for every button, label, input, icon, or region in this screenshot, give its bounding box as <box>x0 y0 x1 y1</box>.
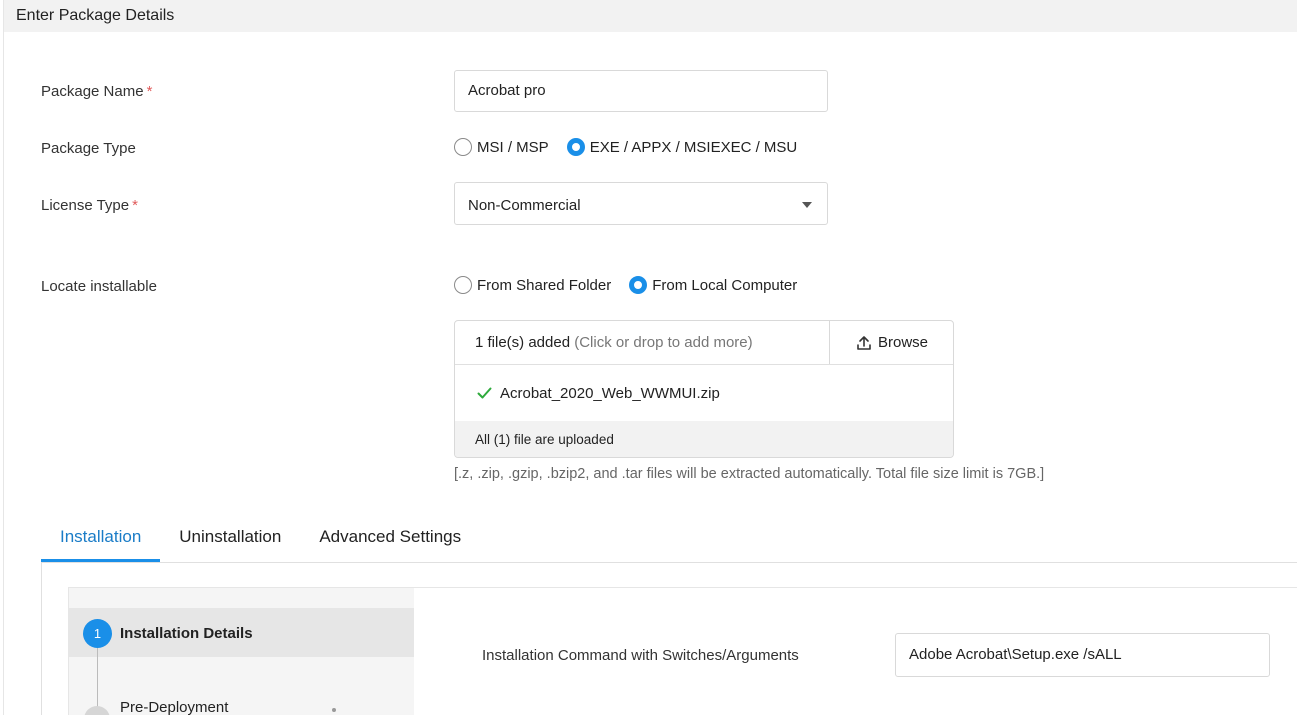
package-type-label: Package Type <box>41 140 136 157</box>
step-circle-icon <box>84 706 110 715</box>
radio-checked-icon <box>629 276 648 294</box>
installation-tab-panel: 1 Installation Details Pre-Deployment In… <box>41 563 1297 715</box>
radio-unchecked-icon <box>454 276 472 294</box>
upload-toolbar: 1 file(s) added (Click or drop to add mo… <box>455 321 953 365</box>
package-details-page: Enter Package Details Package Name * Acro… <box>3 0 1297 715</box>
check-icon <box>477 387 492 399</box>
tab-uninstallation[interactable]: Uninstallation <box>160 520 300 562</box>
locate-installable-radio-group: From Shared Folder From Local Computer <box>454 276 815 294</box>
step-dot-icon <box>332 708 336 712</box>
uploaded-file-name: Acrobat_2020_Web_WWMUI.zip <box>500 384 720 402</box>
locate-installable-label: Locate installable <box>41 278 157 295</box>
install-command-label: Installation Command with Switches/Argum… <box>482 647 799 664</box>
upload-icon <box>857 335 871 350</box>
required-mark: * <box>132 197 138 214</box>
browse-button[interactable]: Browse <box>829 321 953 364</box>
license-type-label-text: License Type <box>41 197 130 214</box>
radio-local-computer-label: From Local Computer <box>652 276 798 294</box>
upload-status: All (1) file are uploaded <box>455 421 953 457</box>
radio-msi-msp[interactable]: MSI / MSP <box>454 138 549 156</box>
uploaded-file-item: Acrobat_2020_Web_WWMUI.zip <box>455 365 953 421</box>
file-drop-zone[interactable]: 1 file(s) added (Click or drop to add mo… <box>455 321 829 364</box>
license-type-select[interactable]: Non-Commercial <box>454 182 828 225</box>
step-installation-details-label[interactable]: Installation Details <box>120 625 253 642</box>
license-type-value: Non-Commercial <box>468 197 581 214</box>
required-mark: * <box>146 83 153 100</box>
package-name-label-text: Package Name <box>41 83 144 100</box>
browse-label: Browse <box>877 334 929 351</box>
license-type-label: License Type * <box>41 197 138 214</box>
tab-bar: Installation Uninstallation Advanced Set… <box>41 520 480 562</box>
step-number-badge: 1 <box>83 619 112 648</box>
radio-local-computer[interactable]: From Local Computer <box>629 276 797 294</box>
package-name-label: Package Name * <box>41 83 152 100</box>
step-navigator: 1 Installation Details Pre-Deployment <box>69 588 414 715</box>
section-title: Enter Package Details <box>16 7 175 24</box>
files-added-count: 1 file(s) added <box>475 334 571 351</box>
tab-advanced-settings[interactable]: Advanced Settings <box>300 520 480 562</box>
radio-unchecked-icon <box>454 138 472 156</box>
caret-down-icon <box>802 202 812 208</box>
step-pre-deployment-label[interactable]: Pre-Deployment <box>120 699 228 715</box>
package-name-input[interactable]: Acrobat pro <box>454 70 828 112</box>
installation-panel: 1 Installation Details Pre-Deployment In… <box>68 587 1297 715</box>
install-command-input[interactable]: Adobe Acrobat\Setup.exe /sALL <box>895 633 1270 677</box>
file-upload-box: 1 file(s) added (Click or drop to add mo… <box>454 320 954 458</box>
upload-hint: [.z, .zip, .gzip, .bzip2, and .tar files… <box>454 466 1045 482</box>
tab-installation[interactable]: Installation <box>41 520 161 562</box>
radio-msi-msp-label: MSI / MSP <box>477 138 549 156</box>
radio-shared-folder-label: From Shared Folder <box>477 276 612 294</box>
package-type-radio-group: MSI / MSP EXE / APPX / MSIEXEC / MSU <box>454 138 815 156</box>
radio-checked-icon <box>566 138 585 156</box>
radio-exe-appx-label: EXE / APPX / MSIEXEC / MSU <box>589 138 798 156</box>
radio-shared-folder[interactable]: From Shared Folder <box>454 276 611 294</box>
drop-hint: (Click or drop to add more) <box>574 334 753 351</box>
section-header: Enter Package Details <box>4 0 1297 32</box>
radio-exe-appx[interactable]: EXE / APPX / MSIEXEC / MSU <box>566 138 798 156</box>
